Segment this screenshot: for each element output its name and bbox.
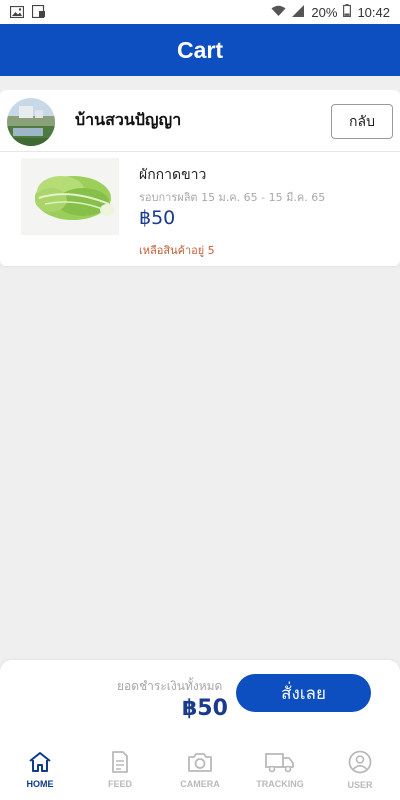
status-left-icons [9,3,46,22]
nav-feed[interactable]: FEED [80,740,160,800]
bottom-nav: HOME FEED CAMERA TRACKING USER [0,740,400,800]
total-label: ยอดชำระเงินทั้งหมด [117,679,223,693]
camera-icon [187,751,213,777]
order-now-button[interactable]: สั่งเลย [236,674,371,712]
clock: 10:42 [357,4,390,20]
app-bar: Cart [0,24,400,76]
product-price: ฿50 [139,207,176,229]
status-right: 20% 10:42 [271,4,390,20]
nav-home-label: HOME [26,779,54,789]
total-value: ฿50 [182,696,228,721]
store-cart-card: บ้านสวนปัญญา กลับ ผักกาดขาว รอบการผลิต 1… [0,90,400,266]
store-avatar[interactable] [7,98,55,146]
nav-feed-label: FEED [107,779,132,789]
wifi-icon [271,5,286,20]
nav-home[interactable]: HOME [0,740,80,800]
nav-user-label: USER [347,780,373,790]
signal-icon [292,4,305,20]
back-button[interactable]: กลับ [331,104,393,139]
store-name: บ้านสวนปัญญา [75,110,182,129]
nav-camera[interactable]: CAMERA [160,740,240,800]
stock-remaining: เหลือสินค้าอยู่ 5 [139,244,215,257]
user-icon [348,750,372,778]
nav-tracking[interactable]: TRACKING [240,740,320,800]
image-notification-icon [9,3,25,22]
status-bar: 20% 10:42 [0,0,400,24]
gallery-notification-icon [31,3,46,22]
page-title: Cart [176,36,223,63]
production-round: รอบการผลิต 15 ม.ค. 65 - 15 มี.ค. 65 [139,191,326,204]
nav-tracking-label: TRACKING [256,779,304,789]
document-icon [111,751,129,777]
store-header: บ้านสวนปัญญา กลับ [0,90,400,152]
battery-icon [343,4,352,20]
product-name: ผักกาดขาว [139,167,207,183]
nav-user[interactable]: USER [320,740,400,800]
home-icon [28,751,52,777]
truck-icon [265,751,295,777]
product-image[interactable] [21,158,119,235]
checkout-bar: ยอดชำระเงินทั้งหมด ฿50 สั่งเลย [0,660,400,740]
nav-camera-label: CAMERA [180,779,220,789]
battery-percent: 20% [311,4,338,20]
